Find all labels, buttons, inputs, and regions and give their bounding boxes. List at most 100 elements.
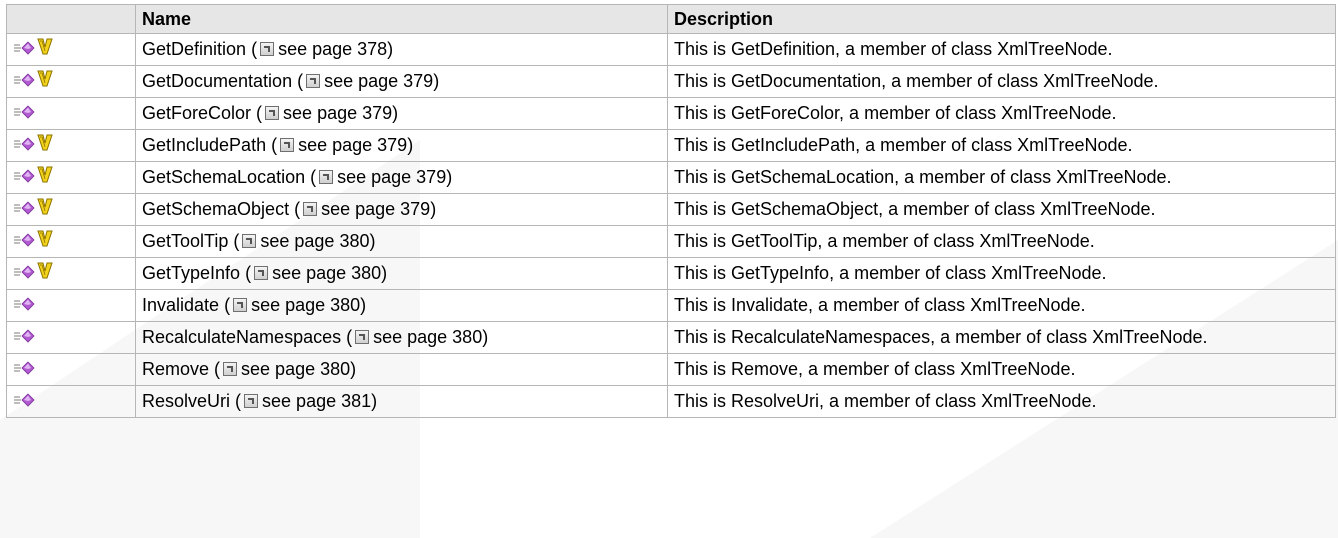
member-description: This is RecalculateNamespaces, a member … <box>667 321 1336 354</box>
member-description: This is GetForeColor, a member of class … <box>667 97 1336 130</box>
public-method-icon <box>13 69 35 93</box>
virtual-method-icon <box>37 197 53 221</box>
member-link[interactable]: Invalidate <box>142 295 219 315</box>
public-method-icon <box>13 325 35 349</box>
row-icons <box>6 193 136 226</box>
member-name-cell: GetDefinition (see page 378) <box>135 33 668 66</box>
table-header-row: Name Description <box>6 4 1336 34</box>
table-row: RecalculateNamespaces (see page 380) This… <box>6 321 1336 354</box>
row-icons <box>6 161 136 194</box>
member-description: This is GetDefinition, a member of class… <box>667 33 1336 66</box>
member-link[interactable]: GetTypeInfo <box>142 263 240 283</box>
page-reference-icon <box>254 266 269 280</box>
public-method-icon <box>13 357 35 381</box>
member-link[interactable]: RecalculateNamespaces <box>142 327 341 347</box>
header-description: Description <box>667 4 1336 34</box>
virtual-method-icon <box>37 133 53 157</box>
table-row: Remove (see page 380) This is Remove, a m… <box>6 353 1336 386</box>
table-row: GetSchemaLocation (see page 379) This is … <box>6 161 1336 194</box>
page-reference-link[interactable]: see page 381 <box>262 391 371 411</box>
page-reference-link[interactable]: see page 380 <box>241 359 350 379</box>
page-reference-link[interactable]: see page 379 <box>321 199 430 219</box>
table-row: GetIncludePath (see page 379) This is Get… <box>6 129 1336 162</box>
member-description: This is GetTypeInfo, a member of class X… <box>667 257 1336 290</box>
table-body: GetDefinition (see page 378) This is GetD… <box>6 33 1336 418</box>
row-icons <box>6 97 136 130</box>
page-reference-icon <box>244 394 259 408</box>
row-icons <box>6 225 136 258</box>
table-row: GetSchemaObject (see page 379) This is Ge… <box>6 193 1336 226</box>
member-name-cell: Remove (see page 380) <box>135 353 668 386</box>
table-row: GetDefinition (see page 378) This is GetD… <box>6 33 1336 66</box>
member-link[interactable]: GetSchemaObject <box>142 199 289 219</box>
member-link[interactable]: GetDocumentation <box>142 71 292 91</box>
member-name-cell: ResolveUri (see page 381) <box>135 385 668 418</box>
table-row: Invalidate (see page 380) This is Invalid… <box>6 289 1336 322</box>
row-icons <box>6 289 136 322</box>
page-reference-link[interactable]: see page 380 <box>251 295 360 315</box>
page-reference-link[interactable]: see page 380 <box>272 263 381 283</box>
page-reference-link[interactable]: see page 380 <box>373 327 482 347</box>
member-description: This is ResolveUri, a member of class Xm… <box>667 385 1336 418</box>
virtual-method-icon <box>37 165 53 189</box>
page-reference-icon <box>242 234 257 248</box>
row-icons <box>6 65 136 98</box>
page-reference-icon <box>306 74 321 88</box>
header-icon <box>6 4 136 34</box>
page-reference-link[interactable]: see page 379 <box>298 135 407 155</box>
member-link[interactable]: GetForeColor <box>142 103 251 123</box>
virtual-method-icon <box>37 229 53 253</box>
page-reference-icon <box>303 202 318 216</box>
member-description: This is GetSchemaObject, a member of cla… <box>667 193 1336 226</box>
page-reference-link[interactable]: see page 378 <box>278 39 387 59</box>
member-name-cell: GetDocumentation (see page 379) <box>135 65 668 98</box>
virtual-method-icon <box>37 37 53 61</box>
page-reference-icon <box>265 106 280 120</box>
member-description: This is Invalidate, a member of class Xm… <box>667 289 1336 322</box>
member-link[interactable]: Remove <box>142 359 209 379</box>
member-name-cell: RecalculateNamespaces (see page 380) <box>135 321 668 354</box>
public-method-icon <box>13 165 35 189</box>
member-name-cell: GetSchemaObject (see page 379) <box>135 193 668 226</box>
member-description: This is GetToolTip, a member of class Xm… <box>667 225 1336 258</box>
page-reference-icon <box>260 42 275 56</box>
member-link[interactable]: ResolveUri <box>142 391 230 411</box>
table-row: GetForeColor (see page 379) This is GetFo… <box>6 97 1336 130</box>
member-description: This is Remove, a member of class XmlTre… <box>667 353 1336 386</box>
public-method-icon <box>13 293 35 317</box>
row-icons <box>6 33 136 66</box>
page-reference-icon <box>319 170 334 184</box>
table-row: ResolveUri (see page 381) This is Resolve… <box>6 385 1336 418</box>
page-reference-link[interactable]: see page 379 <box>337 167 446 187</box>
table-row: GetDocumentation (see page 379) This is G… <box>6 65 1336 98</box>
members-table: Name Description GetDefinition (see page… <box>6 4 1336 418</box>
table-row: GetTypeInfo (see page 380) This is GetTyp… <box>6 257 1336 290</box>
header-name: Name <box>135 4 668 34</box>
member-name-cell: GetSchemaLocation (see page 379) <box>135 161 668 194</box>
row-icons <box>6 353 136 386</box>
page-reference-link[interactable]: see page 379 <box>324 71 433 91</box>
public-method-icon <box>13 197 35 221</box>
page-reference-icon <box>280 138 295 152</box>
page-reference-icon <box>223 362 238 376</box>
member-link[interactable]: GetToolTip <box>142 231 228 251</box>
row-icons <box>6 257 136 290</box>
member-description: This is GetSchemaLocation, a member of c… <box>667 161 1336 194</box>
member-name-cell: GetTypeInfo (see page 380) <box>135 257 668 290</box>
member-description: This is GetDocumentation, a member of cl… <box>667 65 1336 98</box>
member-name-cell: GetToolTip (see page 380) <box>135 225 668 258</box>
virtual-method-icon <box>37 261 53 285</box>
member-link[interactable]: GetDefinition <box>142 39 246 59</box>
page-reference-link[interactable]: see page 379 <box>283 103 392 123</box>
public-method-icon <box>13 261 35 285</box>
member-link[interactable]: GetIncludePath <box>142 135 266 155</box>
public-method-icon <box>13 37 35 61</box>
public-method-icon <box>13 389 35 413</box>
page-reference-link[interactable]: see page 380 <box>260 231 369 251</box>
public-method-icon <box>13 101 35 125</box>
row-icons <box>6 129 136 162</box>
public-method-icon <box>13 229 35 253</box>
member-name-cell: Invalidate (see page 380) <box>135 289 668 322</box>
member-link[interactable]: GetSchemaLocation <box>142 167 305 187</box>
virtual-method-icon <box>37 69 53 93</box>
